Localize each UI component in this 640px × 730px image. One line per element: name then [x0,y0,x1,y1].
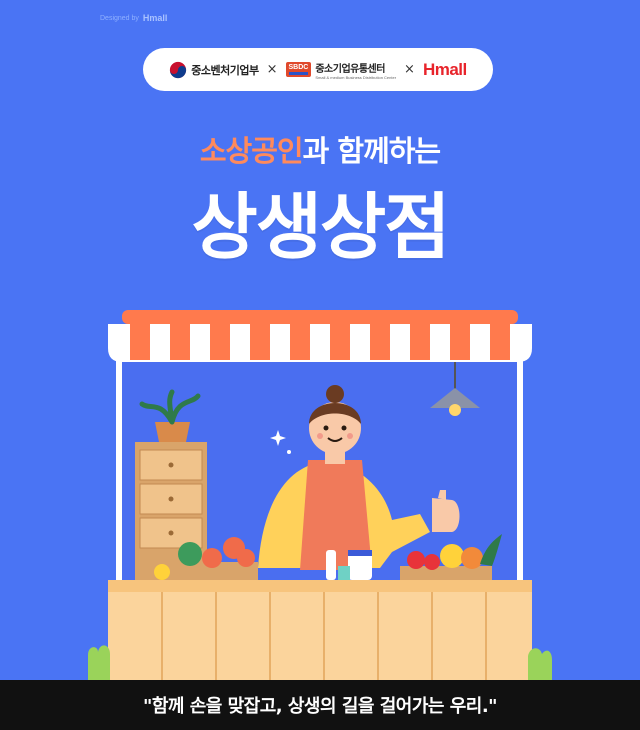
designed-by-credit: Designed by Hmall [100,13,167,23]
bush-left [88,645,110,680]
caption-bar: "함께 손을 맞잡고, 상생의 길을 걸어가는 우리." [0,680,640,730]
awning-stripes [108,324,532,362]
sparkle-dot [287,450,291,454]
stall-pole-right [517,355,523,590]
market-stall-illustration [88,310,552,680]
partner-logo-bar: 중소벤처기업부 × SBDC 중소기업유통센터 Small & medium B… [143,48,493,91]
stall-counter [108,580,532,680]
potted-plant-icon [155,422,190,442]
caption-text: "함께 손을 맞잡고, 상생의 길을 걸어가는 우리." [142,696,498,717]
sbdc-logo: SBDC 중소기업유통센터 Small & medium Business Di… [285,60,397,80]
ministry-logo: 중소벤처기업부 [169,61,259,79]
separator-x-2: × [404,62,415,77]
hmall-logo: Hmall [422,59,467,79]
bush-right [528,648,552,680]
sbdc-subname: Small & medium Business Distribution Cen… [315,74,397,80]
separator-x: × [266,62,278,77]
sbdc-mark-text: SBDC [288,63,309,71]
stall-pole-left [116,355,122,590]
designed-by-brand: Hmall [142,13,168,23]
lamp-bulb [449,404,461,416]
awning-top [122,310,518,324]
ministry-name: 중소벤처기업부 [191,63,259,77]
sbdc-mark-bar [288,72,309,76]
taegeuk-emblem-icon [170,61,187,78]
headline-rest: 과 함께하는 [302,134,441,168]
sbdc-mark: SBDC [285,61,312,78]
designed-by-label: Designed by [100,14,139,22]
headline-subtitle: 소상공인과 함께하는 [0,128,640,170]
sbdc-name: 중소기업유통센터 [315,63,385,75]
cosmetics-items [326,550,372,580]
headline-accent: 소상공인 [199,134,304,168]
page-title: 상생상점 [191,185,451,269]
